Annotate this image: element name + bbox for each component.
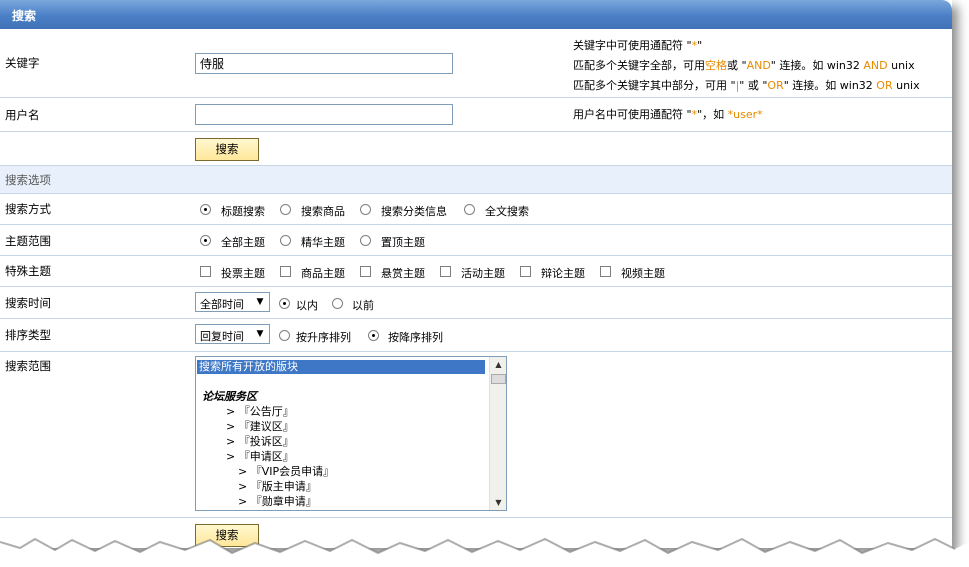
forum-scope-listbox[interactable]: 搜索所有开放的版块 论坛服务区 > 『公告厅』 > 『建议区』 > 『投诉区』 …	[195, 356, 507, 511]
scroll-down-icon[interactable]: ▼	[491, 495, 506, 510]
search-time-radio-before[interactable]	[332, 298, 343, 309]
search-mode-radio-fulltext[interactable]	[464, 204, 475, 215]
special-topic-check-debate[interactable]	[520, 266, 531, 277]
sort-type-radio-asc[interactable]	[279, 330, 290, 341]
panel-title: 搜索	[12, 9, 37, 23]
search-time-select-value: 全部时间	[200, 298, 244, 311]
search-mode-option-goods[interactable]: 搜索商品	[301, 203, 345, 219]
search-button[interactable]: 搜索	[195, 138, 259, 161]
username-row: 用户名 用户名中可使用通配符 "*"，如 *user*	[0, 98, 952, 132]
list-item[interactable]: 搜索所有开放的版块	[197, 360, 485, 374]
search-mode-option-category[interactable]: 搜索分类信息	[381, 203, 447, 219]
keyword-hint-line-3: 匹配多个关键字其中部分，可用 "|" 或 "OR" 连接。如 win32 OR …	[573, 79, 920, 92]
keyword-label: 关键字	[5, 56, 40, 70]
chevron-down-icon: ▼	[256, 297, 264, 307]
sort-type-label: 排序类型	[5, 328, 51, 342]
username-hint: 用户名中可使用通配符 "*"，如 *user*	[573, 108, 763, 121]
topic-scope-row: 主题范围 全部主题 精华主题 置顶主题	[0, 225, 952, 256]
search-mode-radio-goods[interactable]	[280, 204, 291, 215]
search-panel: 搜索 关键字 关键字中可使用通配符 "*" 匹配多个关键字全部，可用空格或 "A…	[0, 0, 952, 548]
keyword-input[interactable]	[195, 53, 453, 74]
chevron-down-icon: ▼	[256, 329, 264, 339]
search-options-section: 搜索选项	[0, 166, 952, 194]
special-topic-check-activity[interactable]	[440, 266, 451, 277]
list-item[interactable]: > 『申请区』	[226, 450, 294, 464]
special-topic-label: 特殊主题	[5, 264, 51, 278]
special-topic-check-goods[interactable]	[280, 266, 291, 277]
search-time-label: 搜索时间	[5, 296, 51, 310]
search-mode-label: 搜索方式	[5, 202, 51, 216]
keyword-hint-line-1: 关键字中可使用通配符 "*"	[573, 39, 703, 52]
username-input[interactable]	[195, 104, 453, 125]
keyword-hint-line-2: 匹配多个关键字全部，可用空格或 "AND" 连接。如 win32 AND uni…	[573, 59, 915, 72]
list-item[interactable]: > 『版主申请』	[238, 480, 317, 494]
sort-type-option-asc[interactable]: 按升序排列	[296, 329, 351, 345]
listbox-scrollbar[interactable]: ▲ ▼	[489, 357, 506, 510]
panel-header: 搜索	[0, 0, 952, 29]
topic-scope-radio-sticky[interactable]	[360, 235, 371, 246]
scroll-up-icon[interactable]: ▲	[491, 357, 506, 372]
search-time-radio-within[interactable]	[279, 298, 290, 309]
special-topic-option-reward[interactable]: 悬赏主题	[381, 265, 425, 281]
topic-scope-label: 主题范围	[5, 234, 51, 248]
list-item[interactable]: > 『投诉区』	[226, 435, 294, 449]
list-item[interactable]: 论坛服务区	[202, 390, 257, 404]
torn-edge-decoration	[0, 537, 969, 567]
special-topic-option-debate[interactable]: 辩论主题	[541, 265, 585, 281]
search-mode-option-fulltext[interactable]: 全文搜索	[485, 203, 529, 219]
search-time-option-before[interactable]: 以前	[352, 297, 374, 313]
topic-scope-radio-digest[interactable]	[280, 235, 291, 246]
sort-type-radio-desc[interactable]	[368, 330, 379, 341]
topic-scope-radio-all[interactable]	[200, 235, 211, 246]
list-item[interactable]: > 『VIP会员申请』	[238, 465, 334, 479]
special-topic-option-video[interactable]: 视频主题	[621, 265, 665, 281]
topic-scope-option-digest[interactable]: 精华主题	[301, 234, 345, 250]
special-topic-option-poll[interactable]: 投票主题	[221, 265, 265, 281]
sort-type-select-value: 回复时间	[200, 330, 244, 343]
special-topic-option-activity[interactable]: 活动主题	[461, 265, 505, 281]
special-topic-option-goods[interactable]: 商品主题	[301, 265, 345, 281]
list-item[interactable]: > 『勋章申请』	[238, 495, 317, 509]
username-label: 用户名	[5, 108, 40, 122]
list-item[interactable]: > 『公告厅』	[226, 405, 294, 419]
keyword-row: 关键字 关键字中可使用通配符 "*" 匹配多个关键字全部，可用空格或 "AND"…	[0, 29, 952, 98]
search-scope-label: 搜索范围	[5, 359, 51, 373]
search-options-title: 搜索选项	[5, 173, 51, 187]
search-button-row: 搜索	[0, 132, 952, 166]
search-time-select[interactable]: 全部时间 ▼	[195, 292, 270, 312]
special-topic-check-reward[interactable]	[360, 266, 371, 277]
search-mode-option-title[interactable]: 标题搜索	[221, 203, 265, 219]
search-mode-row: 搜索方式 标题搜索 搜索商品 搜索分类信息 全文搜索	[0, 194, 952, 225]
special-topic-check-video[interactable]	[600, 266, 611, 277]
special-topic-check-poll[interactable]	[200, 266, 211, 277]
topic-scope-option-all[interactable]: 全部主题	[221, 234, 265, 250]
keyword-hint: 关键字中可使用通配符 "*" 匹配多个关键字全部，可用空格或 "AND" 连接。…	[573, 36, 920, 96]
special-topic-row: 特殊主题 投票主题 商品主题 悬赏主题 活动主题 辩论主题 视频主题	[0, 256, 952, 287]
search-time-row: 搜索时间 全部时间 ▼ 以内 以前	[0, 287, 952, 319]
sort-type-option-desc[interactable]: 按降序排列	[388, 329, 443, 345]
search-mode-radio-title[interactable]	[200, 204, 211, 215]
search-time-option-within[interactable]: 以内	[296, 297, 318, 313]
sort-type-row: 排序类型 回复时间 ▼ 按升序排列 按降序排列	[0, 319, 952, 352]
list-item[interactable]: > 『建议区』	[226, 420, 294, 434]
scrollbar-thumb[interactable]	[491, 374, 506, 384]
sort-type-select[interactable]: 回复时间 ▼	[195, 324, 270, 344]
search-mode-radio-category[interactable]	[360, 204, 371, 215]
topic-scope-option-sticky[interactable]: 置顶主题	[381, 234, 425, 250]
